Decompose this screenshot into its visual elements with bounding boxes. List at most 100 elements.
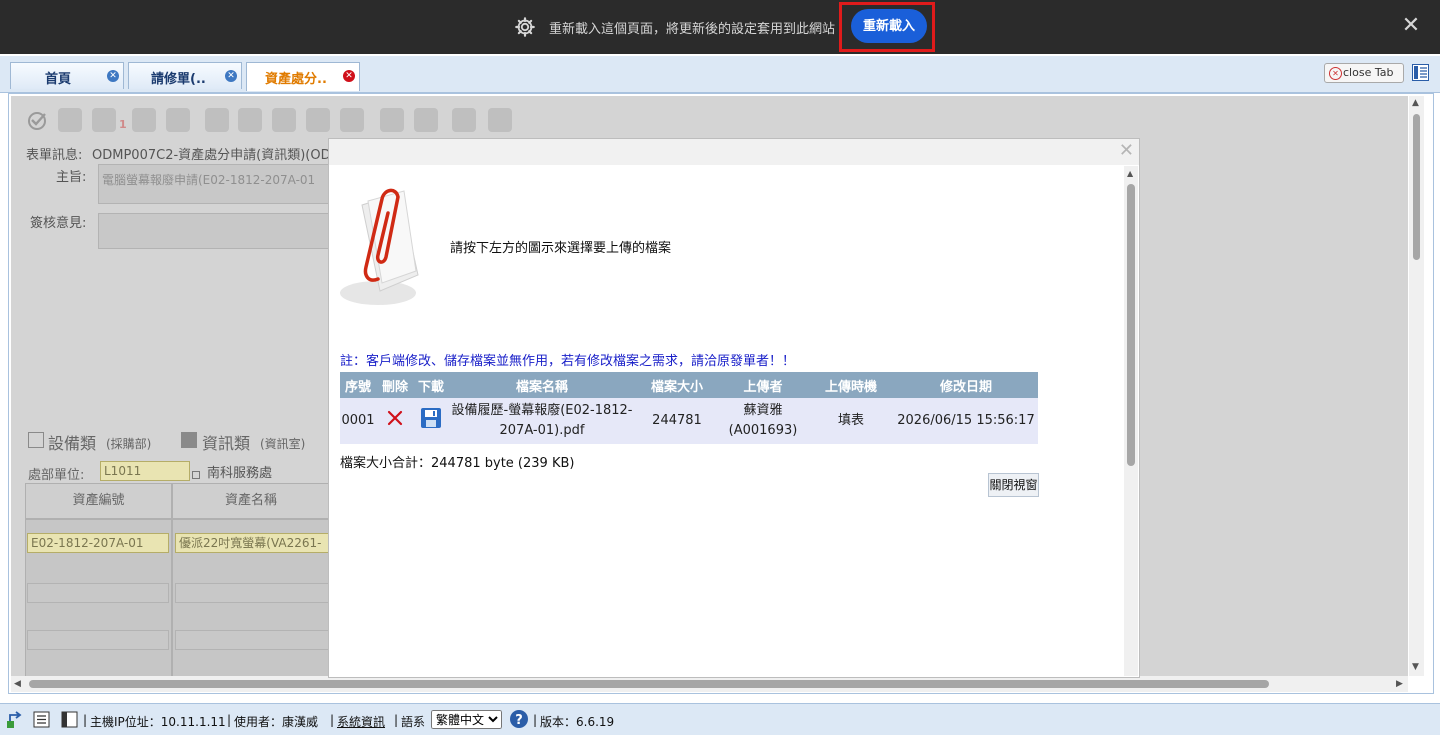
file-size: 244781	[636, 398, 718, 444]
attachment-icon[interactable]	[92, 108, 116, 132]
upload-icon[interactable]	[340, 108, 364, 132]
tab-close-icon[interactable]: ✕	[343, 70, 355, 82]
help-icon[interactable]: ?	[509, 709, 529, 729]
transfer-user-icon[interactable]	[166, 108, 190, 132]
language-select[interactable]: 繁體中文	[431, 710, 502, 729]
tab-home[interactable]: 首頁 ✕	[10, 62, 124, 89]
scroll-thumb[interactable]	[1413, 114, 1420, 260]
lookup-icon[interactable]	[192, 471, 200, 479]
grid-empty-field[interactable]	[27, 630, 169, 650]
tab-close-icon[interactable]: ✕	[225, 70, 237, 82]
close-icon[interactable]: ✕	[1400, 15, 1422, 37]
return-icon[interactable]	[306, 108, 330, 132]
approve-check-icon[interactable]	[26, 108, 50, 132]
grid-empty-field[interactable]	[27, 583, 169, 603]
close-window-button[interactable]: 關閉視窗	[988, 473, 1039, 497]
system-info-link[interactable]: 系統資訊	[337, 713, 385, 730]
subject-field[interactable]: 電腦螢幕報廢申請(E02-1812-207A-01	[98, 164, 330, 204]
add-user-icon[interactable]	[132, 108, 156, 132]
current-user: 使用者：康漢威	[234, 715, 319, 729]
gear-icon	[515, 17, 535, 37]
delete-icon[interactable]	[376, 398, 414, 444]
file-modified-date: 2026/06/15 15:56:17	[894, 398, 1038, 444]
grid-header-asset-name: 資產名稱	[172, 483, 330, 519]
table-icon[interactable]	[488, 108, 512, 132]
equipment-checkbox[interactable]	[28, 432, 44, 448]
close-tab-button[interactable]: ✕ close Tab	[1324, 63, 1404, 83]
it-checkbox-checked[interactable]	[181, 432, 197, 448]
hierarchy-icon[interactable]	[452, 108, 476, 132]
tree-refresh-icon[interactable]	[6, 711, 24, 729]
asset-name-field[interactable]: 優派22吋寬螢幕(VA2261-	[175, 533, 330, 553]
layout-icon[interactable]	[1412, 64, 1429, 81]
download-save-icon[interactable]	[414, 398, 448, 444]
col-file-size: 檔案大小	[636, 372, 718, 398]
list-view-icon[interactable]	[33, 711, 50, 728]
separator: |	[394, 713, 399, 727]
tab-repair-order[interactable]: 請修單(.. ✕	[128, 62, 242, 89]
scroll-thumb[interactable]	[1127, 184, 1135, 466]
scroll-down-arrow-icon[interactable]: ▼	[1412, 662, 1419, 672]
tab-close-icon[interactable]: ✕	[107, 70, 119, 82]
form-info-value: ODMP007C2-資產處分申請(資訊類)(OD	[92, 148, 331, 163]
file-upload-timing: 填表	[808, 398, 894, 444]
separator: |	[533, 713, 538, 727]
it-category-label: 資訊類	[202, 434, 251, 453]
table-row: 0001 設備履歷-螢幕報廢(E02-1812-207A-01).pdf 244…	[340, 398, 1038, 444]
col-modified-date: 修改日期	[894, 372, 1038, 398]
tab-asset-disposal[interactable]: 資產處分.. ✕	[246, 62, 360, 91]
scroll-thumb[interactable]	[29, 680, 1269, 688]
dialog-close-icon[interactable]: ✕	[1119, 142, 1134, 160]
list-icon[interactable]	[205, 108, 229, 132]
flow-chart-icon[interactable]	[238, 108, 262, 132]
close-circle-icon: ✕	[1329, 67, 1342, 80]
save-document-icon[interactable]	[58, 108, 82, 132]
equipment-dept-label: (採購部)	[106, 437, 152, 451]
scroll-left-arrow-icon[interactable]: ◀	[14, 679, 21, 689]
col-uploader: 上傳者	[718, 372, 808, 398]
status-bar: | 主機IP位址：10.11.1.11 | 使用者：康漢威 | 系統資訊 | 語…	[0, 703, 1440, 735]
file-size-total: 檔案大小合計：244781 byte (239 KB)	[340, 456, 575, 471]
scroll-right-arrow-icon[interactable]: ▶	[1396, 679, 1403, 689]
col-upload-timing: 上傳時機	[808, 372, 894, 398]
opinion-field[interactable]	[98, 213, 330, 249]
dialog-title-bar: ✕	[329, 139, 1139, 165]
panel-view-icon[interactable]	[61, 711, 78, 728]
asset-no-field[interactable]: E02-1812-207A-01	[27, 533, 169, 553]
dept-unit-label: 處部單位:	[28, 468, 85, 483]
dept-name: 南科服務處	[207, 466, 273, 481]
scroll-up-arrow-icon[interactable]: ▲	[1127, 169, 1133, 178]
col-seq: 序號	[340, 372, 376, 398]
previous-page-icon[interactable]	[380, 108, 404, 132]
reload-message: 重新載入這個頁面，將更新後的設定套用到此網站	[549, 22, 836, 37]
scroll-up-arrow-icon[interactable]: ▲	[1412, 98, 1419, 108]
next-page-icon[interactable]	[414, 108, 438, 132]
attachment-count-badge: 1	[119, 118, 127, 131]
version: 版本：6.6.19	[540, 715, 615, 729]
attachment-table: 序號 刪除 下載 檔案名稱 檔案大小 上傳者 上傳時機 修改日期 0001 設備…	[340, 372, 1038, 444]
host-ip: 主機IP位址：10.11.1.11	[90, 715, 226, 729]
file-seq: 0001	[340, 398, 376, 444]
col-file-name: 檔案名稱	[448, 372, 636, 398]
grid-empty-field[interactable]	[175, 583, 330, 603]
subject-label: 主旨:	[56, 170, 87, 185]
separator: |	[227, 713, 232, 727]
file-name-link[interactable]: 設備履歷-螢幕報廢(E02-1812-207A-01).pdf	[448, 398, 636, 444]
stack-icon[interactable]	[272, 108, 296, 132]
grid-empty-field[interactable]	[175, 630, 330, 650]
tab-label: 請修單(..	[151, 72, 206, 87]
dept-code-field[interactable]: L1011	[100, 461, 190, 481]
reload-button[interactable]: 重新載入	[851, 9, 927, 43]
opinion-label: 簽核意見:	[30, 216, 87, 231]
page-vertical-scrollbar[interactable]: ▲ ▼	[1409, 96, 1424, 676]
equipment-category-label: 設備類	[48, 434, 97, 453]
client-edit-note: 註：客戶端修改、儲存檔案並無作用，若有修改檔案之需求，請洽原發單者！！	[340, 354, 796, 369]
page-horizontal-scrollbar[interactable]: ◀ ▶	[11, 676, 1408, 692]
tab-label: 資產處分..	[265, 72, 327, 87]
subject-value: 電腦螢幕報廢申請(E02-1812-207A-01	[102, 173, 316, 187]
grid-header-asset-no: 資產編號	[25, 483, 172, 519]
svg-text:?: ?	[515, 713, 523, 728]
col-delete: 刪除	[376, 372, 414, 398]
dialog-vertical-scrollbar[interactable]: ▲	[1124, 166, 1138, 676]
paperclip-upload-icon[interactable]	[338, 183, 424, 307]
